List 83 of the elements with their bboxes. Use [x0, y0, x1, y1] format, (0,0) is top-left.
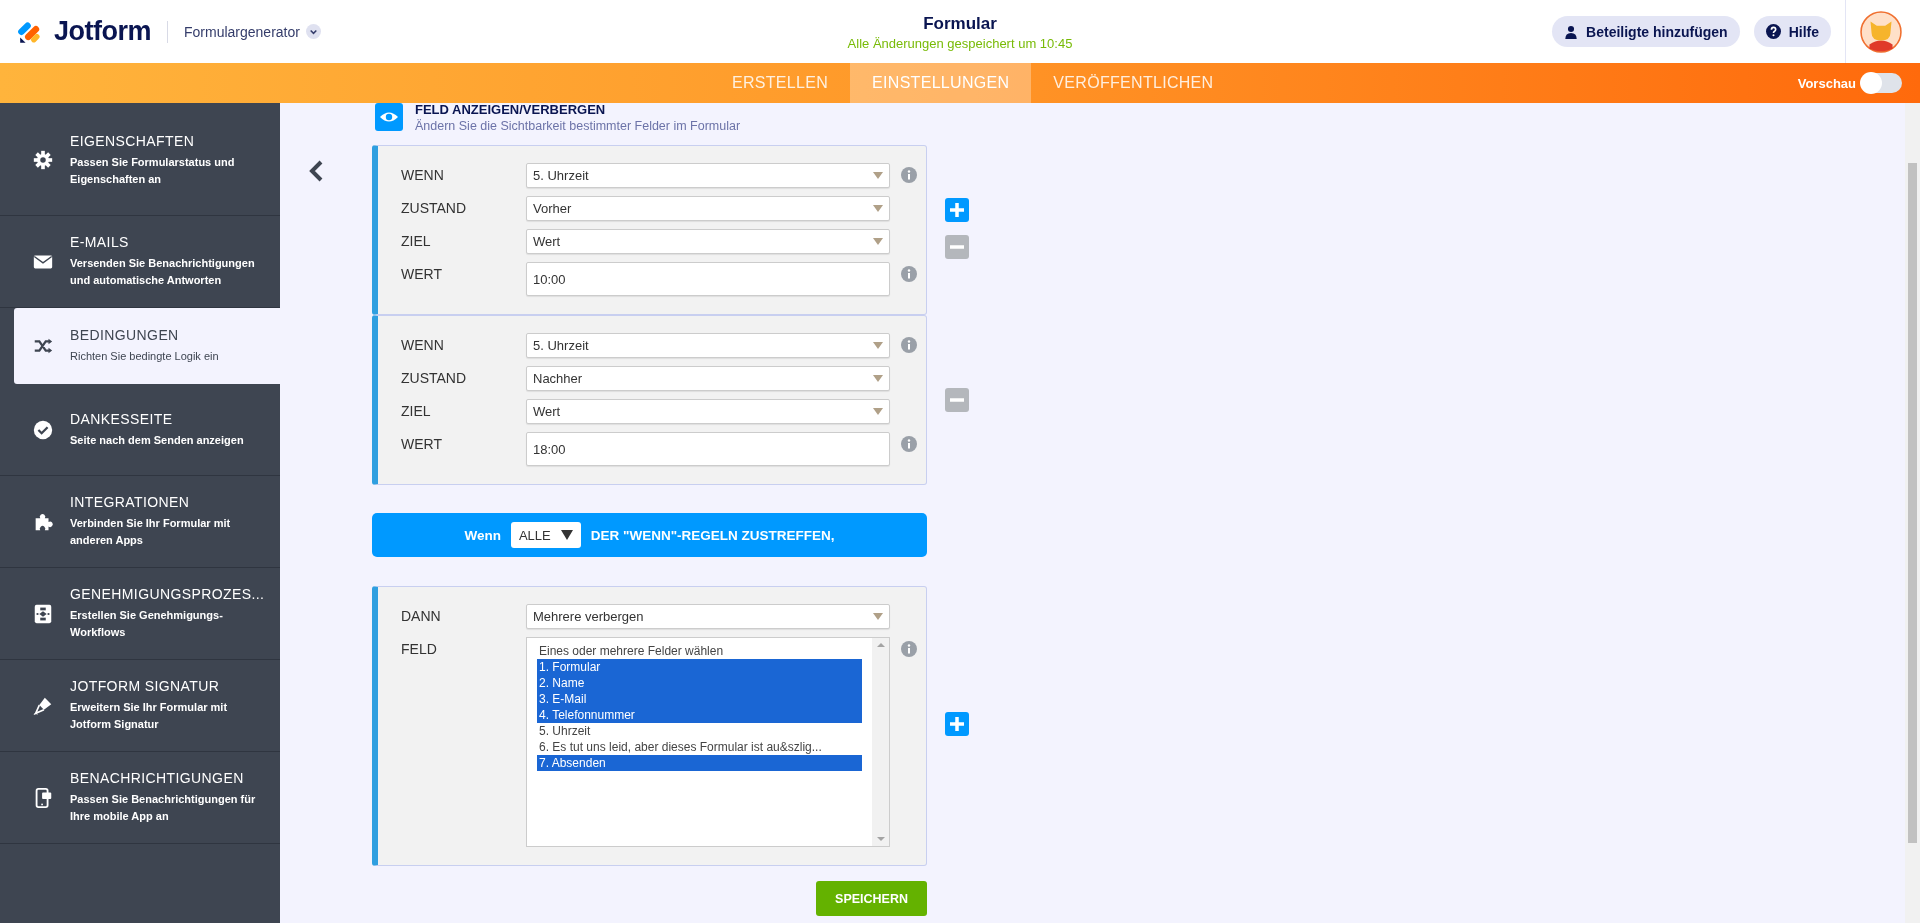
- form-title: Formular: [923, 14, 997, 34]
- field-label: WERT: [401, 265, 443, 282]
- check-circle-icon: [32, 418, 54, 441]
- section-description: Ändern Sie die Sichtbarkeit bestimmter Felder im Formular: [415, 119, 741, 133]
- info-icon[interactable]: [901, 436, 917, 452]
- sidebar-item[interactable]: EIGENSCHAFTEN Passen Sie Formularstatus und Eigenschaften an: [0, 105, 280, 216]
- sidebar-item-title: GENEHMIGUNGSPROZES...: [70, 586, 266, 602]
- help-icon: [1765, 24, 1781, 39]
- sidebar-item-title: BENACHRICHTIGUNGEN: [70, 770, 245, 786]
- add-icon[interactable]: [945, 712, 969, 736]
- field-label: ZUSTAND: [401, 369, 468, 386]
- field-label: WENN: [401, 166, 445, 183]
- sidebar-item[interactable]: BENACHRICHTIGUNGEN Passen Sie Benachrichtigungen für Ihre mobile App an: [0, 752, 280, 844]
- field-listbox[interactable]: Eines oder mehrere Felder wählen 1. Formular 2. Name 3. E-Mail 4. Telefonnummer 5. Uhrzeit 6. Es tut uns leid, aber dieses Formular ist au&szlig... 7. Absenden: [526, 637, 890, 847]
- info-icon[interactable]: [901, 167, 917, 183]
- section-title: FELD ANZEIGEN/VERBERGEN: [415, 103, 607, 117]
- list-option[interactable]: 6. Es tut uns leid, aber dieses Formular ist au&szlig...: [537, 739, 862, 755]
- preview-toggle[interactable]: [1862, 73, 1902, 93]
- list-option[interactable]: 4. Telefonnummer: [537, 707, 862, 723]
- save-status: Alle Änderungen gespeichert um 10:45: [847, 36, 1073, 51]
- logo-text[interactable]: Jotform: [54, 16, 151, 47]
- match-prefix: Wenn: [464, 527, 501, 543]
- scrollbar[interactable]: [872, 638, 889, 846]
- list-option[interactable]: 5. Uhrzeit: [537, 723, 862, 739]
- info-icon[interactable]: [901, 337, 917, 353]
- field-label: ZIEL: [401, 402, 432, 419]
- info-icon[interactable]: [901, 641, 917, 657]
- add-icon[interactable]: [945, 198, 969, 222]
- eye-icon: [375, 103, 403, 131]
- select-field[interactable]: Vorher: [526, 196, 890, 221]
- sidebar-item[interactable]: INTEGRATIONEN Verbinden Sie Ihr Formular mit anderen Apps: [0, 476, 280, 568]
- field-label: WENN: [401, 336, 445, 353]
- list-option[interactable]: 3. E-Mail: [537, 691, 862, 707]
- help-button[interactable]: Hilfe: [1753, 16, 1831, 47]
- flowchart-icon: [32, 602, 54, 625]
- list-option[interactable]: Eines oder mehrere Felder wählen: [537, 643, 862, 659]
- sidebar-item[interactable]: JOTFORM SIGNATUR Erweitern Sie Ihr Formular mit Jotform Signatur: [0, 660, 280, 752]
- sidebar-item-title: EIGENSCHAFTEN: [70, 132, 196, 149]
- match-suffix: DER "WENN"-REGELN ZUSTREFFEN,: [590, 527, 835, 543]
- list-option[interactable]: 1. Formular: [537, 659, 862, 675]
- input-field[interactable]: 10:00: [526, 262, 890, 296]
- select-field[interactable]: Mehrere verbergen: [526, 604, 890, 629]
- sidebar-item[interactable]: BEDINGUNGEN Richten Sie bedingte Logik ein: [14, 308, 280, 384]
- list-option[interactable]: 2. Name: [537, 675, 862, 691]
- field-label: FELD: [401, 640, 438, 657]
- sidebar-item-description: Richten Sie bedingte Logik ein: [70, 349, 220, 364]
- sidebar-item-title: BEDINGUNGEN: [70, 327, 180, 343]
- scrollbar[interactable]: [1905, 103, 1920, 923]
- field-label: WERT: [401, 435, 443, 452]
- person-icon: [1564, 24, 1579, 39]
- list-option[interactable]: 7. Absenden: [537, 755, 862, 771]
- sidebar-item[interactable]: DANKESSEITE Seite nach dem Senden anzeigen: [0, 384, 280, 476]
- select-field[interactable]: 5. Uhrzeit: [526, 163, 890, 188]
- select-field[interactable]: Wert: [526, 399, 890, 424]
- select-field[interactable]: Nachher: [526, 366, 890, 391]
- field-label: DANN: [401, 607, 442, 624]
- add-collaborators-button[interactable]: Beteiligte hinzufügen: [1552, 16, 1740, 47]
- select-field[interactable]: 5. Uhrzeit: [526, 333, 890, 358]
- field-label: ZUSTAND: [401, 199, 468, 216]
- match-select[interactable]: ALLE: [510, 522, 581, 548]
- sidebar-item-description: Passen Sie Formularstatus und Eigenschaften an: [70, 154, 236, 187]
- sidebar-item-description: Erstellen Sie Genehmigungs-Workflows: [70, 608, 224, 640]
- sidebar-item-description: Passen Sie Benachrichtigungen für Ihre mobile App an: [70, 792, 257, 824]
- chevron-down-icon: [305, 24, 321, 39]
- input-field[interactable]: 18:00: [526, 432, 890, 466]
- avatar-icon[interactable]: [1860, 10, 1902, 53]
- sidebar-item-description: Erweitern Sie Ihr Formular mit Jotform Signatur: [70, 700, 229, 732]
- info-icon[interactable]: [901, 266, 917, 282]
- sidebar-item-title: JOTFORM SIGNATUR: [70, 678, 221, 694]
- sidebar-item-description: Verbinden Sie Ihr Formular mit anderen Apps: [70, 516, 232, 548]
- field-label: ZIEL: [401, 232, 432, 249]
- sidebar-item-description: Versenden Sie Benachrichtigungen und automatische Antworten: [70, 256, 256, 288]
- sidebar-item-title: E-MAILS: [70, 234, 130, 250]
- product-dropdown[interactable]: Formulargenerator: [184, 23, 321, 40]
- remove-icon[interactable]: [945, 388, 969, 412]
- remove-icon[interactable]: [945, 235, 969, 259]
- sidebar-item-title: DANKESSEITE: [70, 410, 174, 427]
- select-field[interactable]: Wert: [526, 229, 890, 254]
- sidebar-item-title: INTEGRATIONEN: [70, 494, 191, 510]
- sidebar-item-description: Seite nach dem Senden anzeigen: [70, 432, 245, 448]
- gear-icon: [32, 149, 54, 171]
- preview-label: Vorschau: [1797, 75, 1856, 91]
- sidebar-item[interactable]: GENEHMIGUNGSPROZES... Erstellen Sie Genehmigungs-Workflows: [0, 568, 280, 660]
